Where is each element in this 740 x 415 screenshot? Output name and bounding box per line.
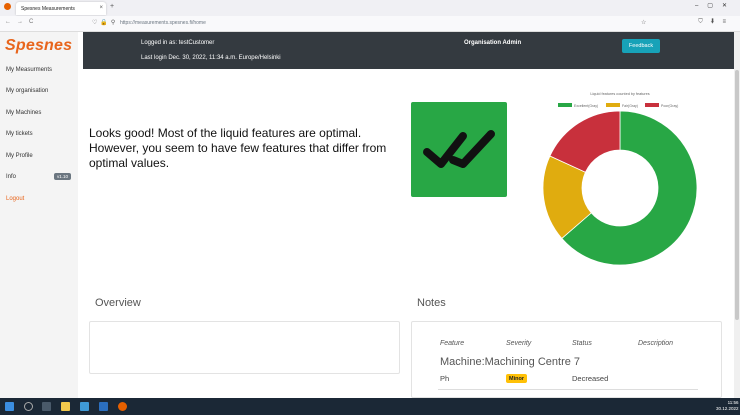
- browser-tab[interactable]: Spesnes Measurements ×: [16, 2, 106, 15]
- chart-legend: Excellent(Gray) Fair(Gray) Poor(Gray): [558, 103, 678, 108]
- chart-title: Liquid features counted by features: [590, 92, 649, 96]
- browser-nav-bar: ←→C ♡🔒⚲ https://measurements.spesnes.fi/…: [0, 16, 740, 32]
- chart-slices: [542, 110, 698, 266]
- org-admin-label: Organisation Admin: [464, 40, 522, 46]
- firefox-icon[interactable]: [4, 3, 11, 10]
- sidebar-item-organisation[interactable]: My organisation: [6, 88, 48, 94]
- notes-title: Notes: [417, 297, 446, 309]
- file-explorer-icon[interactable]: [61, 402, 70, 411]
- column-header-severity: Severity: [506, 340, 532, 347]
- note-status: Decreased: [572, 374, 609, 383]
- overview-title: Overview: [95, 297, 141, 309]
- taskbar-clock: 11:56 30.12.2022: [716, 400, 739, 412]
- legend-label-0: Excellent(Gray): [574, 104, 598, 108]
- sidebar: Spesnes My Measurments My organisation M…: [0, 32, 78, 398]
- nav-buttons[interactable]: ←→C: [5, 19, 39, 25]
- legend-label-1: Fair(Gray): [622, 104, 638, 108]
- logo[interactable]: Spesnes: [5, 37, 72, 55]
- column-header-feature: Feature: [440, 340, 465, 347]
- scrollbar-thumb[interactable]: [735, 70, 739, 320]
- start-icon[interactable]: [5, 402, 14, 411]
- logged-in-text: Logged in as: testCustomer: [141, 40, 215, 46]
- browser-tab-bar: Spesnes Measurements × + –▢✕: [0, 0, 740, 16]
- legend-swatch-1: [606, 103, 620, 107]
- site-info-icons[interactable]: ♡🔒⚲: [92, 19, 118, 26]
- sidebar-item-tickets[interactable]: My tickets: [6, 131, 33, 137]
- app-icon[interactable]: [99, 402, 108, 411]
- status-box: [411, 102, 507, 197]
- tab-close-icon[interactable]: ×: [99, 5, 103, 11]
- version-badge: v1.10: [54, 173, 72, 180]
- note-feature: Ph: [440, 374, 450, 383]
- tab-title: Spesnes Measurements: [21, 6, 75, 12]
- features-donut-chart: Liquid features counted by features Exce…: [542, 92, 698, 266]
- legend-swatch-2: [645, 103, 659, 107]
- url-bar[interactable]: https://measurements.spesnes.fi/home: [120, 20, 206, 26]
- sidebar-item-machines[interactable]: My Machines: [6, 110, 41, 116]
- sidebar-item-profile[interactable]: My Profile: [6, 153, 33, 159]
- row-divider: [438, 389, 698, 390]
- task-view-icon[interactable]: [42, 402, 51, 411]
- machine-heading: Machine:Machining Centre 7: [440, 356, 581, 368]
- column-header-status: Status: [572, 340, 592, 347]
- search-icon[interactable]: [24, 402, 33, 411]
- bookmark-star-icon[interactable]: ☆: [641, 19, 646, 26]
- firefox-taskbar-icon[interactable]: [118, 402, 127, 411]
- last-login-text: Last login Dec. 30, 2022, 11:34 a.m. Eur…: [141, 55, 281, 61]
- column-header-description: Description: [638, 340, 674, 347]
- legend-label-2: Poor(Gray): [661, 104, 678, 108]
- sidebar-item-measurements[interactable]: My Measurments: [6, 67, 52, 73]
- overview-card: [89, 321, 400, 374]
- feedback-button[interactable]: Feedback: [622, 39, 660, 53]
- status-message: Looks good! Most of the liquid features …: [89, 126, 387, 170]
- top-header: Logged in as: testCustomer Last login De…: [83, 32, 740, 69]
- severity-badge: Minor: [506, 374, 527, 383]
- sidebar-item-info[interactable]: Info: [6, 174, 16, 180]
- windows-taskbar: [0, 398, 740, 415]
- window-controls[interactable]: –▢✕: [695, 2, 736, 9]
- sidebar-item-logout[interactable]: Logout: [6, 196, 24, 202]
- double-check-icon: [423, 130, 495, 168]
- browser-icon[interactable]: [80, 402, 89, 411]
- browser-toolbar-icons[interactable]: ⛉⬇≡: [698, 19, 734, 26]
- new-tab-icon[interactable]: +: [110, 3, 114, 10]
- clock-date: 30.12.2022: [716, 406, 739, 411]
- legend-swatch-0: [558, 103, 572, 107]
